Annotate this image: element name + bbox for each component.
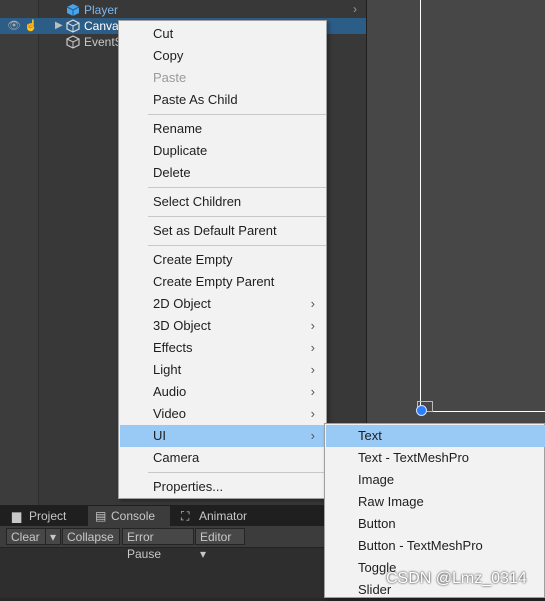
clear-button[interactable]: Clear — [6, 528, 46, 545]
chevron-right-icon: › — [310, 384, 315, 399]
menu-item-2d-object[interactable]: 2D Object › — [120, 293, 325, 315]
error-pause-button[interactable]: Error Pause — [122, 528, 194, 561]
menu-item-label: Camera — [153, 450, 200, 465]
menu-item-label: Select Children — [153, 194, 242, 209]
chevron-right-icon: › — [310, 340, 315, 355]
menu-item-label: Copy — [153, 48, 184, 63]
menu-item-properties[interactable]: Properties... — [120, 476, 325, 498]
hierarchy-item-player[interactable]: Player › — [0, 2, 366, 18]
menu-item-label: Duplicate — [153, 143, 208, 158]
chevron-right-icon: › — [310, 362, 315, 377]
console-icon: ▤ — [95, 509, 107, 523]
menu-item-label: UI — [153, 428, 166, 443]
chevron-right-icon: › — [310, 318, 315, 333]
clear-dropdown-button[interactable]: ▾ — [45, 528, 61, 545]
console-toolbar: Clear ▾ Collapse Error Pause Editor ▾ — [0, 526, 366, 561]
dropdown-arrow-icon: ▾ — [49, 530, 57, 544]
expand-arrow-icon[interactable]: ▶ — [55, 20, 63, 31]
submenu-item-button[interactable]: Button — [326, 513, 545, 535]
menu-separator — [148, 187, 326, 188]
animator-icon: ⛶ — [181, 509, 190, 523]
menu-item-label: Cut — [153, 26, 174, 41]
chevron-right-icon[interactable]: › — [353, 2, 357, 16]
tab-console[interactable]: ▤ Console — [88, 506, 170, 526]
hierarchy-item-label: Player — [84, 3, 119, 17]
menu-separator — [148, 216, 326, 217]
folder-icon: ▆ — [12, 509, 22, 523]
submenu-item-image[interactable]: Image — [326, 469, 545, 491]
menu-item-create-empty[interactable]: Create Empty — [120, 249, 325, 271]
pick-icon[interactable]: ☝ — [24, 19, 38, 32]
menu-item-ui[interactable]: UI › — [120, 425, 325, 447]
menu-item-copy[interactable]: Copy — [120, 45, 325, 67]
submenu-item-label: Image — [358, 472, 395, 487]
submenu-item-text[interactable]: Text — [326, 425, 545, 447]
tab-label: Animator — [199, 509, 248, 523]
submenu-item-button-textmeshpro[interactable]: Button - TextMeshPro — [326, 535, 545, 557]
tab-animator[interactable]: ⛶ Animator — [176, 506, 260, 526]
tab-label: Project — [29, 509, 67, 523]
menu-item-cut[interactable]: Cut — [120, 23, 325, 45]
menu-item-label: Effects — [153, 340, 193, 355]
menu-item-camera[interactable]: Camera — [120, 447, 325, 469]
editor-dropdown[interactable]: Editor ▾ — [195, 528, 245, 561]
cube-icon — [66, 19, 80, 33]
menu-item-paste[interactable]: Paste — [120, 67, 325, 89]
menu-item-effects[interactable]: Effects › — [120, 337, 325, 359]
submenu-item-label: Button — [358, 516, 396, 531]
menu-item-delete[interactable]: Delete — [120, 162, 325, 184]
menu-separator — [148, 245, 326, 246]
tab-label: Console — [111, 509, 156, 523]
tab-project[interactable]: ▆ Project — [6, 506, 84, 526]
menu-item-rename[interactable]: Rename — [120, 118, 325, 140]
menu-item-label: Video — [153, 406, 187, 421]
menu-item-label: Paste — [153, 70, 187, 85]
chevron-right-icon: › — [310, 428, 315, 443]
collapse-button[interactable]: Collapse — [62, 528, 120, 545]
chevron-right-icon: › — [310, 406, 315, 421]
submenu-item-label: Button - TextMeshPro — [358, 538, 483, 553]
tab-bar: ▆ Project ▤ Console ⛶ Animator — [0, 505, 366, 526]
submenu-item-label: Text — [358, 428, 382, 443]
menu-item-duplicate[interactable]: Duplicate — [120, 140, 325, 162]
context-menu: Cut Copy Paste Paste As Child Rename Dup… — [118, 20, 327, 499]
canvas-outline-vertical — [420, 0, 421, 412]
menu-item-video[interactable]: Video › — [120, 403, 325, 425]
menu-item-paste-as-child[interactable]: Paste As Child — [120, 89, 325, 111]
menu-item-create-empty-parent[interactable]: Create Empty Parent — [120, 271, 325, 293]
menu-item-label: 2D Object — [153, 296, 211, 311]
menu-item-label: Properties... — [153, 479, 224, 494]
submenu-item-raw-image[interactable]: Raw Image — [326, 491, 545, 513]
watermark: CSDN @Lmz_0314 — [386, 570, 527, 587]
menu-item-label: Paste As Child — [153, 92, 238, 107]
menu-separator — [148, 472, 326, 473]
hierarchy-gutter — [0, 0, 39, 505]
menu-item-label: Set as Default Parent — [153, 223, 277, 238]
editor-dropdown-label: Editor — [200, 530, 232, 544]
canvas-outline-horizontal — [420, 411, 545, 412]
menu-separator — [148, 114, 326, 115]
chevron-right-icon: › — [310, 296, 315, 311]
bottom-panel: ▆ Project ▤ Console ⛶ Animator Clear ▾ C… — [0, 505, 366, 598]
dropdown-arrow-icon: ▾ — [200, 547, 207, 561]
menu-item-label: 3D Object — [153, 318, 211, 333]
menu-item-label: Audio — [153, 384, 187, 399]
menu-item-label: Create Empty — [153, 252, 233, 267]
eye-icon[interactable]: 👁 — [7, 19, 21, 32]
menu-item-audio[interactable]: Audio › — [120, 381, 325, 403]
cube-icon — [66, 35, 80, 49]
menu-item-label: Light — [153, 362, 182, 377]
menu-item-select-children[interactable]: Select Children — [120, 191, 325, 213]
menu-item-label: Rename — [153, 121, 203, 136]
rect-handle[interactable] — [416, 405, 427, 416]
menu-item-set-default-parent[interactable]: Set as Default Parent — [120, 220, 325, 242]
submenu-item-text-textmeshpro[interactable]: Text - TextMeshPro — [326, 447, 545, 469]
cube-icon — [66, 4, 80, 16]
menu-item-3d-object[interactable]: 3D Object › — [120, 315, 325, 337]
menu-item-label: Create Empty Parent — [153, 274, 275, 289]
menu-item-light[interactable]: Light › — [120, 359, 325, 381]
submenu-item-label: Text - TextMeshPro — [358, 450, 470, 465]
menu-item-label: Delete — [153, 165, 191, 180]
submenu-item-label: Raw Image — [358, 494, 424, 509]
